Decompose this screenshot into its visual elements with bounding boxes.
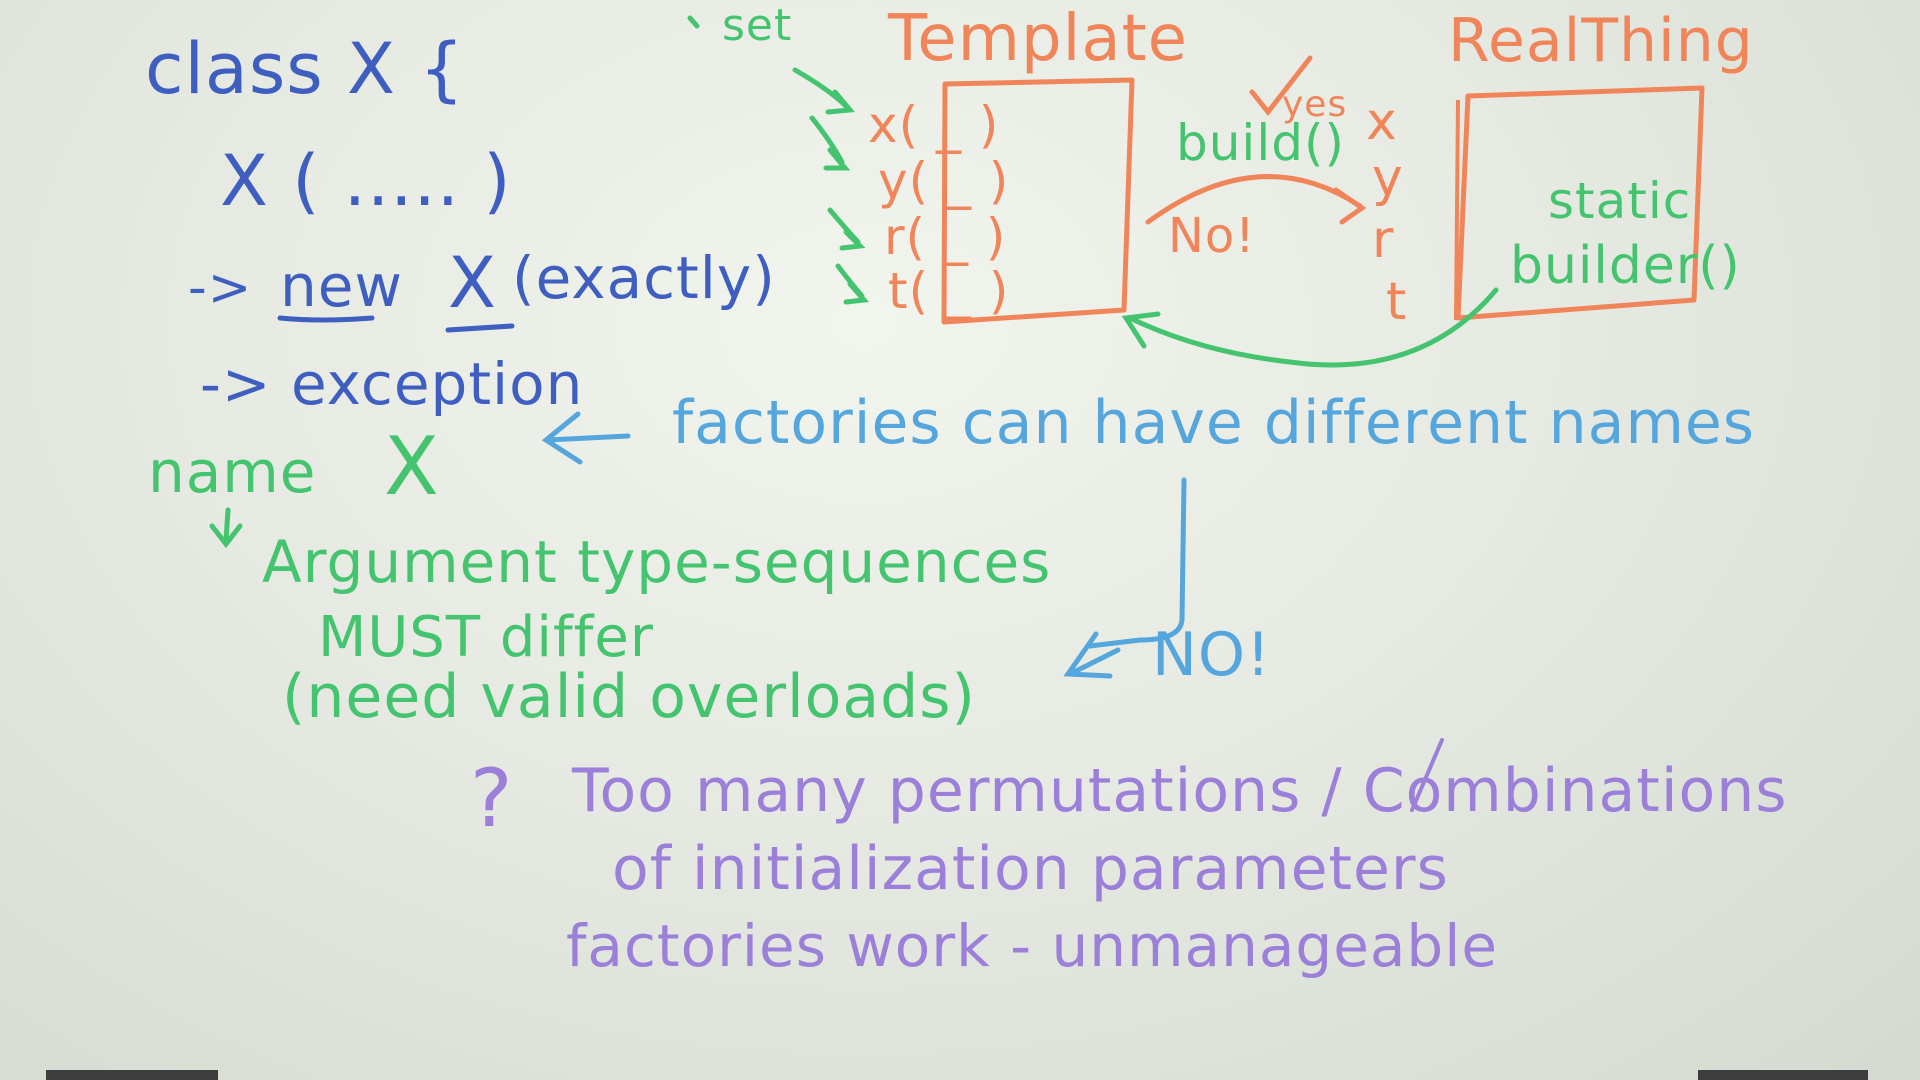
builder-method: builder() xyxy=(1510,236,1741,296)
name-label: name xyxy=(148,438,317,506)
template-field-r: r( _ ) xyxy=(884,208,1007,266)
name-x: X xyxy=(384,420,440,513)
arrow-exception: -> exception xyxy=(200,350,584,418)
static-label: static xyxy=(1548,172,1692,230)
problem-line-3: factories work - unmanageable xyxy=(566,912,1499,980)
no-arrow xyxy=(1063,631,1121,679)
marker-tray-right xyxy=(1698,1070,1868,1080)
factories-arrow xyxy=(541,411,631,465)
rule-line-1: Argument type-sequences xyxy=(262,528,1052,596)
no-label: No! xyxy=(1168,208,1256,264)
rule-line-2: MUST differ xyxy=(318,605,654,670)
x-underline xyxy=(445,323,515,333)
new-keyword: new xyxy=(280,252,403,320)
new-exactly: (exactly) xyxy=(512,244,776,312)
question-mark: ? xyxy=(470,752,514,845)
marker-tray-left xyxy=(46,1070,218,1080)
realthing-field-t: t xyxy=(1386,272,1408,332)
rule-line-3: (need valid overloads) xyxy=(282,662,976,732)
arrow-new-prefix: -> xyxy=(188,258,253,318)
realthing-field-y: y xyxy=(1372,148,1404,208)
set-label: set xyxy=(722,0,793,51)
realthing-title: RealThing xyxy=(1448,6,1754,76)
class-declaration: class X { xyxy=(145,28,465,110)
constructor-signature: X ( ..... ) xyxy=(220,140,512,222)
builder-return-arrow xyxy=(1127,287,1499,368)
template-field-y: y( _ ) xyxy=(878,152,1010,210)
template-field-t: t( _ ) xyxy=(888,262,1010,320)
whiteboard: class X { X ( ..... ) -> new X (exactly)… xyxy=(0,0,1920,1080)
problem-line-2: of initialization parameters xyxy=(612,834,1449,904)
name-down-arrow xyxy=(209,507,243,549)
new-type: X xyxy=(448,242,497,324)
yes-label: yes xyxy=(1282,84,1348,125)
realthing-field-r: r xyxy=(1372,210,1395,270)
problem-line-1: Too many permutations / Combinations xyxy=(572,756,1788,826)
factories-note: factories can have different names xyxy=(672,388,1756,458)
template-title: Template xyxy=(888,2,1189,76)
realthing-field-x: x xyxy=(1366,92,1398,152)
no-answer: NO! xyxy=(1152,620,1272,690)
template-field-x: x( _ ) xyxy=(868,96,1000,154)
